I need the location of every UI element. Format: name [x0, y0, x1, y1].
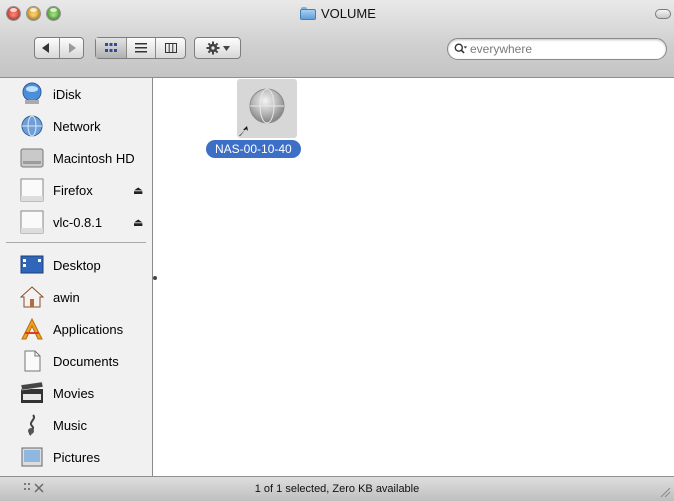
desktop-icon — [20, 253, 44, 277]
column-view-button[interactable] — [155, 38, 185, 58]
sidebar-item-label: vlc-0.8.1 — [53, 214, 103, 230]
sidebar-item-firefox[interactable]: Firefox ⏏ — [0, 175, 153, 205]
sidebar-item-label: Pictures — [53, 449, 100, 465]
sidebar-item-macintosh-hd[interactable]: Macintosh HD — [0, 143, 153, 173]
sidebar-item-label: Desktop — [53, 257, 101, 273]
home-icon — [20, 285, 44, 309]
action-menu-button[interactable] — [194, 37, 241, 59]
folder-icon — [300, 6, 316, 20]
sidebar-item-documents[interactable]: Documents — [0, 346, 153, 376]
search-icon — [454, 43, 468, 54]
documents-icon — [20, 349, 44, 373]
column-view-icon — [164, 43, 177, 53]
toolbar-toggle-button[interactable] — [655, 9, 671, 19]
sidebar-item-desktop[interactable]: Desktop — [0, 250, 153, 280]
sidebar-divider — [6, 242, 146, 243]
sidebar-item-applications[interactable]: Applications — [0, 314, 153, 344]
status-text: 1 of 1 selected, Zero KB available — [254, 483, 420, 495]
search-input[interactable] — [470, 42, 650, 56]
file-name-label[interactable]: NAS-00-10-40 — [206, 140, 301, 158]
status-bar: 1 of 1 selected, Zero KB available — [0, 476, 674, 501]
applications-icon — [20, 317, 44, 341]
list-view-icon — [134, 43, 147, 53]
sidebar-item-label: Network — [53, 118, 101, 134]
list-view-button[interactable] — [125, 38, 156, 58]
disk-image-icon — [20, 178, 44, 202]
sidebar-item-network[interactable]: Network — [0, 111, 153, 141]
pictures-icon — [20, 445, 44, 469]
toolbar: VOLUME — [0, 0, 674, 78]
network-globe-icon — [20, 114, 44, 138]
finder-window: VOLUME everywhere iDisk Network Macintos… — [0, 0, 674, 501]
sidebar-item-label: Applications — [53, 321, 124, 337]
forward-button[interactable] — [60, 38, 84, 58]
sidebar-item-vlc[interactable]: vlc-0.8.1 ⏏ — [0, 207, 153, 237]
idisk-icon — [20, 82, 44, 106]
sidebar-item-label: Firefox — [53, 182, 93, 198]
resize-grip-icon[interactable] — [659, 486, 671, 498]
file-browser-area: NAS-00-10-40 — [161, 78, 674, 476]
sidebar-item-label: iDisk — [53, 86, 82, 102]
music-note-icon — [20, 413, 44, 437]
minimize-button[interactable] — [27, 7, 40, 20]
sidebar-item-label: awin — [53, 289, 80, 305]
sidebar-item-music[interactable]: Music — [0, 410, 153, 440]
sidebar-item-pictures[interactable]: Pictures — [0, 442, 153, 472]
sidebar-item-label: Documents — [53, 353, 119, 369]
view-mode-control — [95, 37, 186, 59]
hard-drive-icon — [20, 146, 44, 170]
sidebar-item-awin[interactable]: awin — [0, 282, 153, 312]
sidebar-item-movies[interactable]: Movies — [0, 378, 153, 408]
eject-icon[interactable]: ⏏ — [133, 216, 143, 229]
disk-image-icon — [20, 210, 44, 234]
sidebar-item-label: Music — [53, 417, 87, 433]
back-arrow-icon — [41, 43, 49, 53]
movies-clapper-icon — [20, 381, 44, 405]
chevron-down-icon — [222, 45, 230, 51]
window-title: VOLUME — [321, 5, 376, 21]
window-title-area: VOLUME — [300, 4, 376, 22]
gear-icon — [206, 41, 219, 55]
forward-arrow-icon — [69, 43, 77, 53]
search-field[interactable] — [447, 38, 667, 60]
icon-view-icon — [104, 43, 117, 52]
sidebar-item-label: Movies — [53, 385, 95, 401]
close-button[interactable] — [7, 7, 20, 20]
back-forward-control — [34, 37, 84, 59]
sidebar-item-idisk[interactable]: iDisk — [0, 79, 153, 109]
server-alias-icon — [237, 79, 297, 138]
back-button[interactable] — [35, 38, 60, 58]
icon-view-button[interactable] — [96, 38, 126, 58]
eject-icon[interactable]: ⏏ — [133, 184, 143, 197]
sidebar-item-label: Macintosh HD — [53, 150, 135, 166]
zoom-button[interactable] — [47, 7, 60, 20]
sidebar: iDisk Network Macintosh HD Firefox ⏏ vlc… — [0, 78, 153, 476]
sidebar-resize-handle[interactable] — [153, 276, 157, 280]
